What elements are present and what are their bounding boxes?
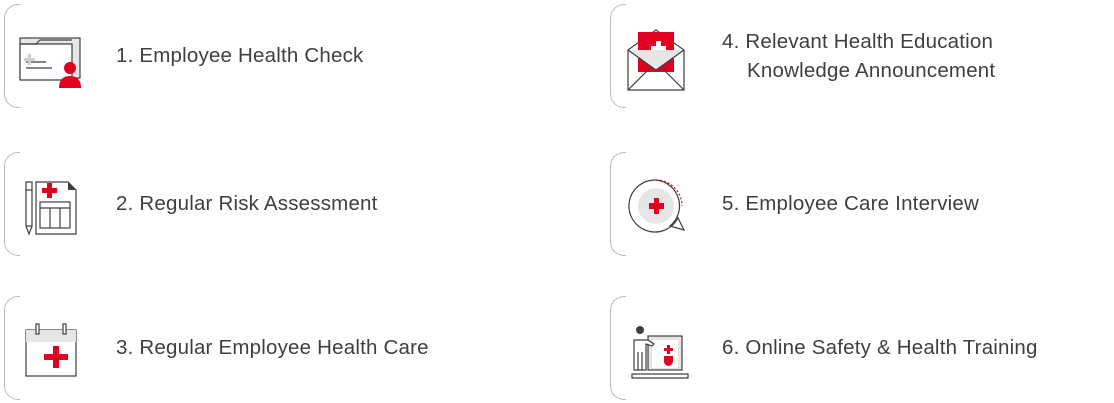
- health-measures-panel: { "items": [ {"label": "1. Employee Heal…: [0, 0, 1114, 403]
- risk-assessment-document-icon: [12, 166, 88, 242]
- item-label: 5. Employee Care Interview: [722, 192, 980, 215]
- item-label: 3. Regular Employee Health Care: [116, 336, 429, 359]
- item-label-line-2: Knowledge Announcement: [747, 59, 996, 82]
- item-label: 2. Regular Risk Assessment: [116, 192, 378, 215]
- health-check-folder-icon: [12, 18, 88, 94]
- health-care-calendar-icon: [12, 310, 88, 386]
- health-education-envelope-icon: [618, 18, 694, 94]
- care-interview-speech-bubble-icon: [618, 166, 694, 242]
- item-label: 1. Employee Health Check: [116, 44, 364, 67]
- item-employee-health-care: 3. Regular Employee Health Care: [4, 296, 544, 400]
- item-care-interview: 5. Employee Care Interview: [610, 152, 1110, 256]
- item-health-education: 4. Relevant Health Education Knowledge A…: [610, 4, 1110, 108]
- item-risk-assessment: 2. Regular Risk Assessment: [4, 152, 544, 256]
- item-label-line-1: 4. Relevant Health Education: [722, 30, 994, 53]
- item-label: 6. Online Safety & Health Training: [722, 336, 1038, 359]
- item-label: 4. Relevant Health Education Knowledge A…: [722, 27, 995, 85]
- online-training-laptop-icon: [618, 310, 694, 386]
- item-online-training: 6. Online Safety & Health Training: [610, 296, 1110, 400]
- item-employee-health-check: 1. Employee Health Check: [4, 4, 544, 108]
